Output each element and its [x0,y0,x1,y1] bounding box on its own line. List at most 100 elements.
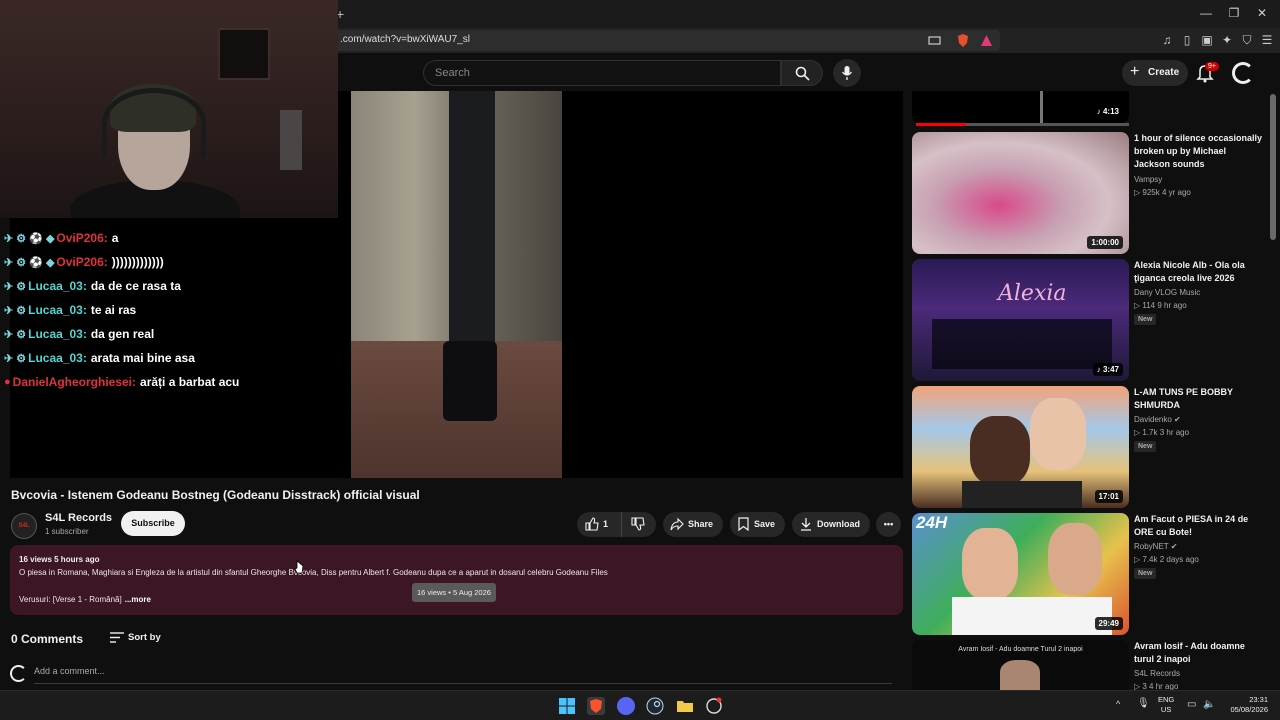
recommended-views: ▷ 1.7k 3 hr ago [1134,428,1190,437]
discord-icon[interactable] [617,697,635,715]
brave-shield-icon[interactable] [956,33,970,48]
share-button[interactable]: Share [663,512,723,537]
sidebar-icon[interactable]: ▯ [1180,33,1194,47]
music-icon[interactable]: ♫ [1160,33,1174,47]
minimize-icon[interactable]: — [1196,6,1216,20]
account-avatar[interactable] [1232,62,1254,84]
verified-icon: ✔ [1170,542,1178,551]
add-comment-input[interactable]: Add a comment... [34,666,892,684]
ai-icon[interactable]: ✦ [1220,33,1234,47]
commenter-avatar [10,665,27,682]
search-placeholder: Search [435,67,470,79]
video-duration: ♪ 3:47 [1092,363,1123,376]
volume-icon[interactable]: 🔈 [1203,699,1215,710]
brave-browser-icon[interactable] [587,697,605,715]
clock[interactable]: 23:31 05/08/2026 [1222,695,1268,715]
recommended-thumbnail[interactable]: ♪ 4:13 [912,91,1129,123]
thumbnail-text: Alexia [998,281,1067,306]
recommended-channel[interactable]: RobyNET ✔ [1134,542,1177,551]
recommended-views: ▷ 925k 4 yr ago [1134,188,1191,197]
recommended-thumbnail[interactable]: Avram Iosif - Adu doamne Turul 2 inapoi [912,640,1129,690]
recommended-thumbnail[interactable]: Alexia ♪ 3:47 [912,259,1129,381]
create-label: Create [1148,67,1180,78]
video-duration: 1:00:00 [1087,236,1123,249]
description-verse: Verusuri: [Verse 1 - Română] ...more [19,595,151,604]
watch-progress-fill [916,123,966,126]
input-language[interactable]: ENG US [1158,695,1174,715]
more-icon: ••• [883,519,894,529]
more-actions-button[interactable]: ••• [876,512,901,537]
file-explorer-icon[interactable] [676,697,694,715]
date-tooltip: 16 views • 5 Aug 2026 [412,583,496,602]
chat-text: ))))))))))))) [111,255,164,269]
microphone-tray-icon[interactable]: 🎙 [1137,698,1150,709]
headset [102,88,206,158]
chat-message: ● DanielAgheorghiesei: arăți a barbat acu [4,370,334,394]
steam-icon[interactable] [646,697,664,715]
stream-chat-overlay: ✈ ⚙ ⚽ ◆ OviP206: a ✈ ⚙ ⚽ ◆ OviP206:))))))))… [4,226,334,394]
recommended-channel[interactable]: Dany VLOG Music [1134,288,1200,297]
new-badge: New [1134,568,1157,579]
chat-badges-icon: ✈ ⚙ [4,304,27,317]
description-text: O piesa in Romana, Maghiara si Engleza d… [19,568,608,577]
description-box[interactable]: 16 views 5 hours ago O piesa in Romana, … [10,545,903,615]
comments-count: 0 Comments [11,632,84,646]
recommended-title[interactable]: Avram Iosif - Adu doamne turul 2 inapoi [1134,640,1264,666]
channel-avatar[interactable]: S4L [11,513,37,539]
chat-username: OviP206: [56,255,108,269]
vpn-icon[interactable]: ⛉ [1240,33,1254,47]
url-field[interactable]: .com/watch?v=bwXiWAU7_sl [320,30,1000,51]
recommended-thumbnail[interactable]: 1:00:00 [912,132,1129,254]
recommended-channel[interactable]: Vampsy [1134,175,1162,184]
channel-name[interactable]: S4L Records [45,512,112,524]
search-input[interactable]: Search [423,60,781,86]
watch-progress-bar [916,123,1129,126]
description-verse-text: Verusuri: [Verse 1 - Română] [19,595,122,604]
dislike-button[interactable] [621,512,656,537]
plus-icon: + [1130,63,1140,80]
wallet-icon[interactable]: ▣ [1200,33,1214,47]
views-and-date: 16 views 5 hours ago [19,555,100,564]
recommended-title[interactable]: 1 hour of silence occasionally broken up… [1134,132,1264,171]
download-label: Download [817,519,860,529]
show-more-button[interactable]: ...more [125,595,151,604]
search-button[interactable] [781,60,823,86]
recommended-title[interactable]: Alexia Nicole Alb - Ola ola ţiganca creo… [1134,259,1264,285]
page-scrollbar[interactable] [1270,94,1276,240]
download-button[interactable]: Download [792,512,870,537]
create-button[interactable]: + Create [1122,60,1188,86]
chat-badge-icon: ● [4,376,11,388]
obs-icon[interactable] [705,697,723,715]
recommended-channel[interactable]: S4L Records [1134,669,1180,678]
show-hidden-icons-icon[interactable]: ^ [1116,699,1120,709]
network-icon[interactable]: ▭ [1187,699,1196,710]
verified-icon: ✔ [1174,415,1181,424]
share-icon [670,517,684,531]
thumbs-down-icon [631,517,645,531]
brave-rewards-icon[interactable] [980,34,993,47]
video-duration: ♪ 4:13 [1092,105,1123,118]
chat-username: Lucaa_03: [28,303,87,317]
restore-icon[interactable]: ❐ [1224,6,1244,20]
subscribe-button[interactable]: Subscribe [121,511,185,536]
menu-icon[interactable]: ☰ [1260,33,1274,47]
recommended-title[interactable]: Am Facut o PIESA in 24 de ORE cu Bote! [1134,513,1264,539]
cast-icon[interactable] [928,34,941,47]
sort-comments-button[interactable]: Sort by [110,632,161,643]
like-button[interactable]: 1 [577,512,621,537]
video-duration: 29:49 [1094,617,1123,630]
recommended-title[interactable]: L-AM TUNS PE BOBBY SHMURDA [1134,386,1264,412]
recommended-channel[interactable]: Davidenko ✔ [1134,415,1181,424]
chat-text: da de ce rasa ta [90,279,181,293]
chat-badges-icon: ✈ ⚙ ⚽ ◆ [4,256,55,269]
save-button[interactable]: Save [730,512,785,537]
recommended-thumbnail[interactable]: 17:01 [912,386,1129,508]
chat-message: ✈ ⚙ ⚽ ◆ OviP206: a [4,226,334,250]
recommended-views: ▷ 7.4k 2 days ago [1134,555,1199,564]
like-count: 1 [603,519,609,529]
windows-start-icon[interactable] [558,697,576,715]
recommended-views: ▷ 114 9 hr ago [1134,301,1187,310]
close-icon[interactable]: ✕ [1252,6,1272,20]
voice-search-button[interactable] [833,59,861,87]
recommended-thumbnail[interactable]: 24H 29:49 [912,513,1129,635]
